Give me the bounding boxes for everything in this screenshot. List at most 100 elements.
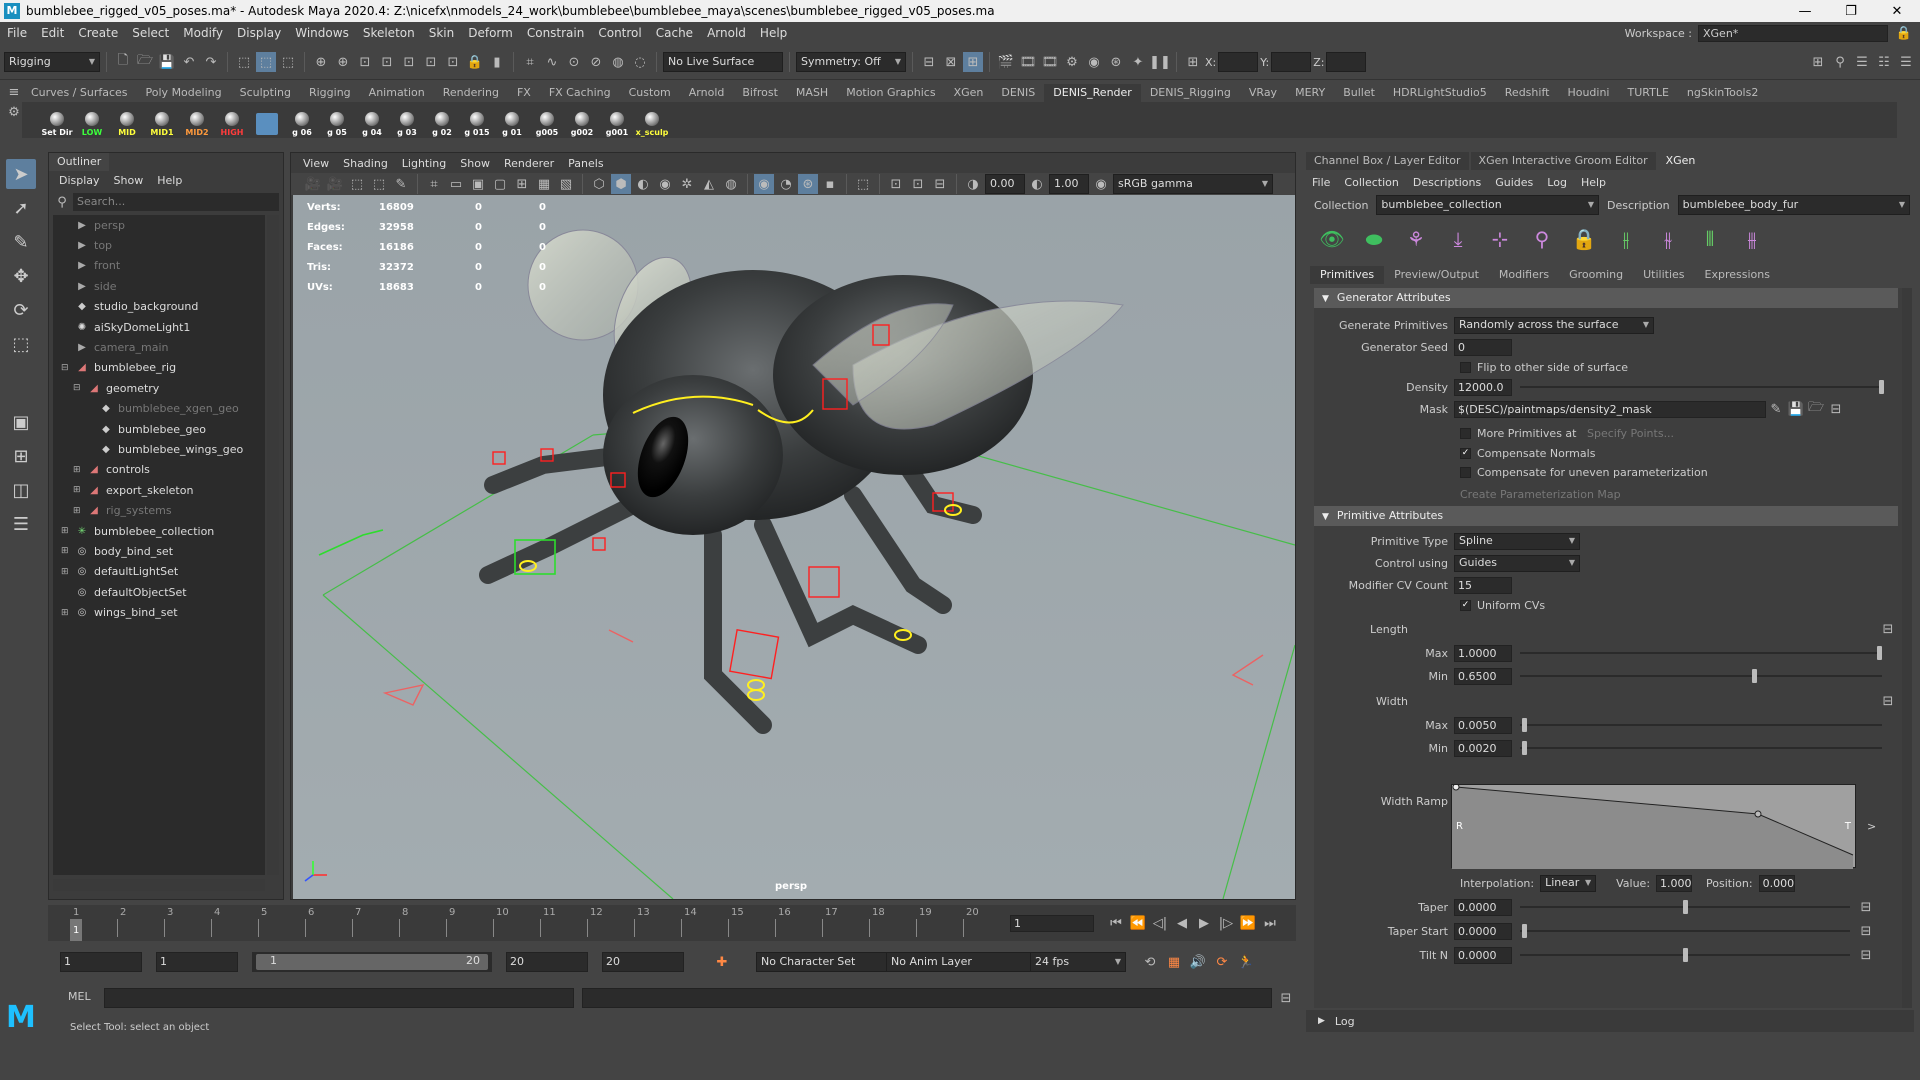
shelf-button-g005[interactable]: g005: [530, 103, 564, 137]
outliner-item-body-bind-set[interactable]: ⊞ ◎ body_bind_set: [61, 541, 173, 561]
step-forward-frame-icon[interactable]: |▷: [1216, 913, 1236, 933]
lasso-tool-icon[interactable]: ➚: [6, 193, 36, 223]
ramp-value-field[interactable]: 1.000: [1656, 874, 1693, 892]
outliner-item-bumblebee-rig[interactable]: ⊟ ◢ bumblebee_rig: [61, 358, 176, 378]
live-surface-field[interactable]: No Live Surface: [663, 52, 783, 72]
go-to-start-icon[interactable]: ⏮: [1106, 913, 1126, 933]
snap-grid-icon[interactable]: ⌗: [520, 52, 540, 72]
undo-icon[interactable]: ↶: [179, 52, 199, 72]
bookmark-icon[interactable]: ⬚: [347, 174, 367, 194]
generate-primitives-dropdown[interactable]: Randomly across the surface ▼: [1454, 316, 1654, 334]
shelf-button-g002[interactable]: g002: [565, 103, 599, 137]
viewport-menu-panels[interactable]: Panels: [568, 157, 603, 170]
xgen-tab-utilities[interactable]: Utilities: [1633, 266, 1694, 284]
textured-icon[interactable]: ◉: [655, 174, 675, 194]
menu-item-help[interactable]: Help: [753, 26, 794, 40]
taper-start-field[interactable]: 0.0000: [1454, 922, 1512, 940]
shelf-button-g-04[interactable]: g 04: [355, 103, 389, 137]
select-component-icon[interactable]: ⬚: [278, 52, 298, 72]
lock-guide-icon[interactable]: 🔒: [1568, 223, 1600, 255]
shelf-tab-custom[interactable]: Custom: [620, 84, 680, 102]
outliner-menu-help[interactable]: Help: [157, 174, 182, 187]
outliner-search-input[interactable]: Search...: [73, 193, 279, 211]
step-forward-key-icon[interactable]: ⏩: [1238, 913, 1258, 933]
shelf-button-g-01[interactable]: g 01: [495, 103, 529, 137]
menu-item-display[interactable]: Display: [230, 26, 288, 40]
move-guides-icon[interactable]: ⤓: [1442, 223, 1474, 255]
taper-slider[interactable]: [1520, 900, 1850, 914]
shelf-button-tool[interactable]: [250, 103, 284, 137]
smooth-shade-icon[interactable]: ⬢: [611, 174, 631, 194]
highlight-icon[interactable]: ▮: [487, 52, 507, 72]
menu-item-skin[interactable]: Skin: [422, 26, 462, 40]
shelf-tab-vray[interactable]: VRay: [1240, 84, 1286, 102]
anim-prefs-icon[interactable]: ⟳: [1212, 952, 1232, 972]
eye-icon[interactable]: 👁: [1316, 223, 1348, 255]
step-back-key-icon[interactable]: ⏪: [1128, 913, 1148, 933]
interpolation-dropdown[interactable]: Linear ▼: [1540, 874, 1597, 892]
open-scene-icon[interactable]: 🗁: [135, 52, 155, 72]
panel-tab-channel-box-layer-editor[interactable]: Channel Box / Layer Editor: [1306, 152, 1469, 170]
gate-mask-icon[interactable]: ▢: [490, 174, 510, 194]
shelf-tab-denis-render[interactable]: DENIS_Render: [1044, 84, 1141, 102]
isolate-icon[interactable]: ◉: [754, 174, 774, 194]
menu-item-modify[interactable]: Modify: [176, 26, 230, 40]
expression-icon[interactable]: ⊟: [1856, 945, 1876, 965]
generator-attributes-header[interactable]: ▼ Generator Attributes: [1314, 288, 1898, 308]
tilt-n-field[interactable]: 0.0000: [1454, 946, 1512, 964]
exposure-icon[interactable]: ◑: [963, 174, 983, 194]
outliner-item-controls[interactable]: ⊞ ◢ controls: [73, 460, 150, 480]
viewport-scene[interactable]: Verts: 16809 0 0 Edges: 32958 0 0 Faces: 16186 0 0 T…: [293, 195, 1295, 899]
xgen-tab-expressions[interactable]: Expressions: [1695, 266, 1780, 284]
fps-dropdown[interactable]: 24 fps ▼: [1030, 952, 1126, 972]
xgen-menu-help[interactable]: Help: [1581, 176, 1606, 189]
shelf-tab-fx-caching[interactable]: FX Caching: [540, 84, 620, 102]
shelf-button-mid[interactable]: MID: [110, 103, 144, 137]
run-icon[interactable]: 🏃: [1236, 952, 1256, 972]
animation-start-field[interactable]: 1: [60, 952, 142, 972]
safe-title-icon[interactable]: ▧: [556, 174, 576, 194]
select-object-icon[interactable]: ⬚: [256, 52, 276, 72]
mask-icon[interactable]: ⊡: [399, 52, 419, 72]
shelf-button-g001[interactable]: g001: [600, 103, 634, 137]
paint-icon[interactable]: ✎: [1766, 399, 1786, 419]
shelf-button-g-03[interactable]: g 03: [390, 103, 424, 137]
current-frame-field[interactable]: 1: [1010, 915, 1094, 932]
xgen-menu-collection[interactable]: Collection: [1344, 176, 1398, 189]
shelf-tab-motion-graphics[interactable]: Motion Graphics: [837, 84, 944, 102]
viewport-menu-view[interactable]: View: [303, 157, 329, 170]
length-min-slider[interactable]: [1520, 669, 1882, 683]
shelf-tab-mery[interactable]: MERY: [1286, 84, 1334, 102]
shelf-button-g-02[interactable]: g 02: [425, 103, 459, 137]
menu-item-file[interactable]: File: [0, 26, 34, 40]
viewport-menu-shading[interactable]: Shading: [343, 157, 388, 170]
outliner-item-front[interactable]: ▶ front: [61, 256, 120, 276]
gamma-icon[interactable]: ◐: [1027, 174, 1047, 194]
select-guide-icon[interactable]: ⚲: [1526, 223, 1558, 255]
expression-icon[interactable]: ⊟: [1856, 897, 1876, 917]
add-guide-icon[interactable]: ⊹: [1484, 223, 1516, 255]
field-chart-icon[interactable]: ⊞: [512, 174, 532, 194]
expression-icon[interactable]: ⊟: [1826, 399, 1846, 419]
resolution-gate-icon[interactable]: ▣: [468, 174, 488, 194]
menu-item-windows[interactable]: Windows: [288, 26, 356, 40]
render-setup-icon[interactable]: ⊞: [963, 52, 983, 72]
shelf-button-mid1[interactable]: MID1: [145, 103, 179, 137]
rotate-tool-icon[interactable]: ⟳: [6, 295, 36, 325]
shelf-button-x-sculp[interactable]: x_sculp: [635, 103, 669, 137]
wireframe-icon[interactable]: ⬡: [589, 174, 609, 194]
image-plane-icon[interactable]: ⬚: [369, 174, 389, 194]
view-transform-dropdown[interactable]: sRGB gamma ▼: [1113, 174, 1273, 194]
shelf-options[interactable]: ≡ ⚙: [6, 82, 22, 138]
density-field[interactable]: 12000.0: [1454, 378, 1512, 396]
taper-field[interactable]: 0.0000: [1454, 898, 1512, 916]
range-bar[interactable]: 1 20: [252, 952, 492, 972]
expression-icon[interactable]: ⊟: [1878, 691, 1898, 711]
lock-icon[interactable]: 🔒: [1894, 23, 1914, 43]
panel-tab-xgen[interactable]: XGen: [1657, 152, 1704, 170]
shelf-button-g-05[interactable]: g 05: [320, 103, 354, 137]
length-min-field[interactable]: 0.6500: [1454, 667, 1512, 685]
play-backward-icon[interactable]: ◀: [1172, 913, 1192, 933]
script-editor-icon[interactable]: ⊟: [1276, 988, 1296, 1008]
auto-key-icon[interactable]: ✚: [712, 952, 732, 972]
